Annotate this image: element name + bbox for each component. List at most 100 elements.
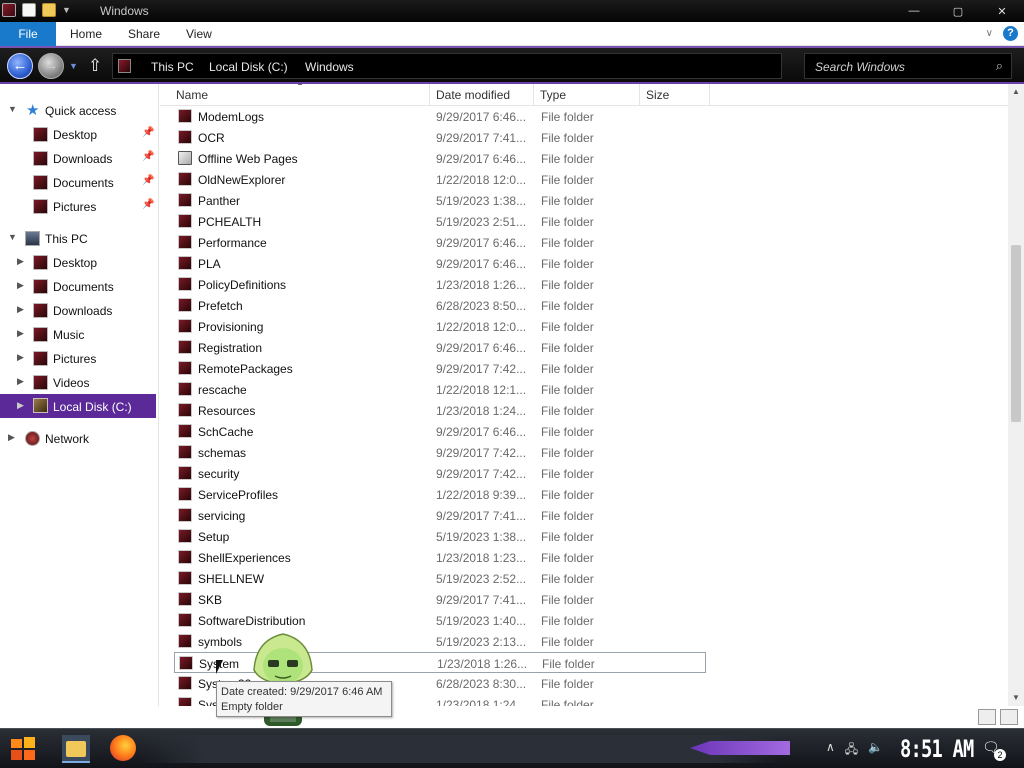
expand-chevron-icon[interactable]: ▶ bbox=[17, 376, 24, 387]
back-button[interactable]: ← bbox=[7, 53, 33, 79]
taskbar-file-explorer-button[interactable] bbox=[62, 735, 90, 763]
scroll-up-arrow-icon[interactable]: ▲ bbox=[1008, 84, 1024, 100]
expand-chevron-icon[interactable]: ▶ bbox=[17, 304, 24, 315]
maximize-button[interactable]: ▢ bbox=[936, 0, 980, 22]
file-row[interactable]: PLA 9/29/2017 6:46... File folder bbox=[174, 253, 706, 274]
taskbar-firefox-button[interactable] bbox=[110, 735, 136, 761]
recent-locations-chevron-icon[interactable]: ▼ bbox=[69, 61, 78, 71]
file-row[interactable]: RemotePackages 9/29/2017 7:42... File fold… bbox=[174, 358, 706, 379]
file-row[interactable]: Resources 1/23/2018 1:24... File folder bbox=[174, 400, 706, 421]
file-row[interactable]: OldNewExplorer 1/22/2018 12:0... File fold… bbox=[174, 169, 706, 190]
expand-chevron-icon[interactable]: ▶ bbox=[17, 328, 24, 339]
expand-ribbon-chevron-icon[interactable]: ∨ bbox=[986, 28, 993, 39]
file-type: File folder bbox=[541, 278, 594, 292]
sidebar-item-pc-desktop[interactable]: ▶ Desktop bbox=[0, 252, 156, 274]
tab-view[interactable]: View bbox=[172, 22, 226, 46]
new-folder-icon[interactable] bbox=[42, 3, 56, 17]
pin-icon[interactable]: 📌 bbox=[142, 127, 154, 138]
file-row[interactable]: ServiceProfiles 1/22/2018 9:39... File fol… bbox=[174, 484, 706, 505]
tab-share[interactable]: Share bbox=[114, 22, 174, 46]
file-row[interactable]: Offline Web Pages 9/29/2017 6:46... File f… bbox=[174, 148, 706, 169]
file-row[interactable]: SHELLNEW 5/19/2023 2:52... File folder bbox=[174, 568, 706, 589]
expand-chevron-icon[interactable]: ▶ bbox=[17, 352, 24, 363]
expand-chevron-icon[interactable]: ▶ bbox=[8, 432, 15, 443]
file-row[interactable]: ModemLogs 9/29/2017 6:46... File folder bbox=[174, 106, 706, 127]
file-row[interactable]: SKB 9/29/2017 7:41... File folder bbox=[174, 589, 706, 610]
sidebar-item-local-disk[interactable]: ▶ Local Disk (C:) bbox=[0, 394, 156, 418]
pin-icon[interactable]: 📌 bbox=[142, 151, 154, 162]
expand-chevron-icon[interactable]: ▶ bbox=[17, 256, 24, 267]
properties-icon[interactable] bbox=[22, 3, 36, 17]
sidebar-item-pc-documents[interactable]: ▶ Documents bbox=[0, 276, 156, 298]
pin-icon[interactable]: 📌 bbox=[142, 199, 154, 210]
file-row[interactable]: SchCache 9/29/2017 6:46... File folder bbox=[174, 421, 706, 442]
details-view-button[interactable] bbox=[978, 709, 996, 725]
breadcrumb-windows[interactable]: Windows bbox=[305, 60, 354, 74]
collapse-chevron-icon[interactable]: ▼ bbox=[8, 232, 17, 242]
scrollbar-thumb[interactable] bbox=[1011, 245, 1021, 422]
file-row[interactable]: schemas 9/29/2017 7:42... File folder bbox=[174, 442, 706, 463]
file-row[interactable]: OCR 9/29/2017 7:41... File folder bbox=[174, 127, 706, 148]
sidebar-item-quick-access[interactable]: ▼ ★ Quick access bbox=[0, 100, 156, 122]
file-row[interactable]: servicing 9/29/2017 7:41... File folder bbox=[174, 505, 706, 526]
file-row[interactable]: Panther 5/19/2023 1:38... File folder bbox=[174, 190, 706, 211]
file-row[interactable]: PCHEALTH 5/19/2023 2:51... File folder bbox=[174, 211, 706, 232]
breadcrumb-this-pc[interactable]: This PC bbox=[151, 60, 194, 74]
file-date-modified: 5/19/2023 2:51... bbox=[436, 215, 527, 229]
explorer-app-icon[interactable] bbox=[2, 3, 16, 17]
volume-icon[interactable]: 🔈 bbox=[868, 740, 883, 761]
search-icon[interactable]: ⌕ bbox=[996, 58, 1003, 74]
breadcrumb-local-disk[interactable]: Local Disk (C:) bbox=[209, 60, 288, 74]
pin-icon[interactable]: 📌 bbox=[142, 175, 154, 186]
address-bar[interactable]: This PC Local Disk (C:) Windows bbox=[112, 53, 782, 79]
pane-divider[interactable] bbox=[158, 84, 159, 706]
sidebar-item-network[interactable]: ▶ Network bbox=[0, 428, 156, 450]
collapse-chevron-icon[interactable]: ▼ bbox=[8, 104, 17, 114]
file-row[interactable]: Performance 9/29/2017 6:46... File folder bbox=[174, 232, 706, 253]
minimize-button[interactable]: — bbox=[892, 0, 936, 22]
expand-chevron-icon[interactable]: ▶ bbox=[17, 280, 24, 291]
file-row[interactable]: PolicyDefinitions 1/23/2018 1:26... File f… bbox=[174, 274, 706, 295]
show-hidden-icons-chevron-icon[interactable]: ∧ bbox=[826, 740, 835, 761]
help-icon[interactable]: ? bbox=[1003, 26, 1018, 41]
file-row[interactable]: security 9/29/2017 7:42... File folder bbox=[174, 463, 706, 484]
column-header-date-modified[interactable]: Date modified bbox=[430, 84, 534, 106]
file-row[interactable]: rescache 1/22/2018 12:1... File folder bbox=[174, 379, 706, 400]
sidebar-item-qa-downloads[interactable]: Downloads 📌 bbox=[0, 148, 156, 170]
search-box[interactable]: Search Windows ⌕ bbox=[804, 53, 1012, 79]
sidebar-item-this-pc[interactable]: ▼ This PC bbox=[0, 228, 156, 250]
large-icons-view-button[interactable] bbox=[1000, 709, 1018, 725]
sidebar-item-qa-pictures[interactable]: Pictures 📌 bbox=[0, 196, 156, 218]
forward-button[interactable]: → bbox=[38, 53, 64, 79]
expand-chevron-icon[interactable]: ▶ bbox=[17, 400, 24, 411]
file-name: Panther bbox=[198, 194, 241, 208]
column-header-size[interactable]: Size bbox=[640, 84, 710, 106]
sidebar-item-pc-music[interactable]: ▶ Music bbox=[0, 324, 156, 346]
start-button[interactable] bbox=[8, 735, 38, 763]
file-row[interactable]: SoftwareDistribution 5/19/2023 1:40... Fil… bbox=[174, 610, 706, 631]
file-row[interactable]: Prefetch 6/28/2023 8:50... File folder bbox=[174, 295, 706, 316]
file-row[interactable]: Setup 5/19/2023 1:38... File folder bbox=[174, 526, 706, 547]
vertical-scrollbar[interactable]: ▲ ▼ bbox=[1008, 84, 1024, 706]
sidebar-item-qa-documents[interactable]: Documents 📌 bbox=[0, 172, 156, 194]
file-row[interactable]: ShellExperiences 1/23/2018 1:23... File fo… bbox=[174, 547, 706, 568]
file-type: File folder bbox=[541, 446, 594, 460]
column-header-name[interactable]: Name bbox=[170, 84, 430, 106]
search-input[interactable]: Search Windows bbox=[815, 60, 905, 74]
sidebar-item-pc-pictures[interactable]: ▶ Pictures bbox=[0, 348, 156, 370]
sidebar-item-pc-videos[interactable]: ▶ Videos bbox=[0, 372, 156, 394]
tab-home[interactable]: Home bbox=[56, 22, 116, 46]
file-row[interactable]: Registration 9/29/2017 6:46... File folder bbox=[174, 337, 706, 358]
folder-icon bbox=[178, 487, 192, 501]
sidebar-item-qa-desktop[interactable]: Desktop 📌 bbox=[0, 124, 156, 146]
network-status-icon[interactable]: 🖧 bbox=[845, 740, 858, 761]
file-row[interactable]: Provisioning 1/22/2018 12:0... File folder bbox=[174, 316, 706, 337]
up-button[interactable]: ⇧ bbox=[88, 56, 102, 76]
column-header-type[interactable]: Type bbox=[534, 84, 640, 106]
customize-toolbar-chevron-icon[interactable]: ▼ bbox=[62, 5, 71, 15]
sidebar-item-pc-downloads[interactable]: ▶ Downloads bbox=[0, 300, 156, 322]
taskbar-clock[interactable]: 8:51 AM bbox=[900, 735, 974, 763]
close-button[interactable]: ✕ bbox=[980, 0, 1024, 22]
scroll-down-arrow-icon[interactable]: ▼ bbox=[1008, 690, 1024, 706]
tab-file[interactable]: File bbox=[0, 22, 56, 46]
